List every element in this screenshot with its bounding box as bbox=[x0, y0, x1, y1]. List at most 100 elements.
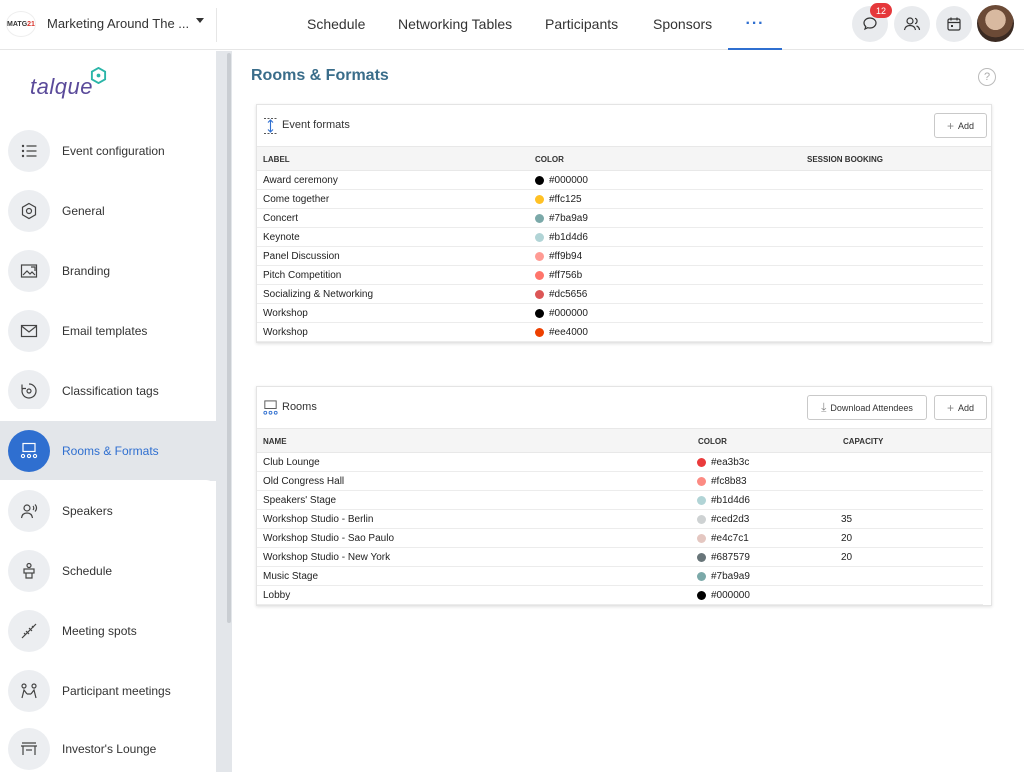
people-icon bbox=[903, 17, 921, 31]
sidebar-item-participant-meetings[interactable]: Participant meetings bbox=[0, 661, 216, 721]
button-label: Download Attendees bbox=[830, 402, 913, 413]
sidebar-item-label: Participant meetings bbox=[62, 684, 171, 698]
format-label: Workshop bbox=[263, 308, 308, 319]
color-swatch bbox=[697, 477, 706, 486]
color-value: #7ba9a9 bbox=[711, 571, 750, 582]
event-logo[interactable]: MATG 21 bbox=[6, 11, 36, 37]
room-name: Speakers' Stage bbox=[263, 495, 337, 506]
formats-table-body: Award ceremony #000000 Come together #ffc12… bbox=[257, 171, 991, 342]
rooms-card: Rooms ⤓ Download Attendees + Add NAME COLO… bbox=[256, 386, 992, 606]
column-header-color: COLOR bbox=[698, 437, 727, 446]
format-label: Panel Discussion bbox=[263, 251, 340, 262]
color-swatch bbox=[535, 328, 544, 337]
sidebar-item-event-configuration[interactable]: Event configuration bbox=[0, 121, 216, 181]
people-button[interactable] bbox=[894, 6, 930, 42]
color-value: #dc5656 bbox=[549, 289, 588, 300]
sidebar-item-label: Branding bbox=[62, 264, 111, 278]
table-row[interactable]: Workshop #ee4000 bbox=[257, 323, 983, 342]
table-row[interactable]: Workshop Studio - New York #687579 20 bbox=[257, 548, 983, 567]
format-label: Keynote bbox=[263, 232, 300, 243]
rooms-icon bbox=[263, 400, 278, 415]
room-name: Music Stage bbox=[263, 571, 319, 582]
color-swatch bbox=[697, 553, 706, 562]
color-value: #ff756b bbox=[549, 270, 583, 281]
color-value: #000000 bbox=[549, 175, 588, 186]
format-label: Workshop bbox=[263, 327, 308, 338]
add-format-button[interactable]: + Add bbox=[934, 113, 987, 138]
table-row[interactable]: Workshop #000000 bbox=[257, 304, 983, 323]
color-swatch bbox=[535, 233, 544, 242]
table-row[interactable]: Old Congress Hall #fc8b83 bbox=[257, 472, 983, 491]
color-swatch bbox=[535, 214, 544, 223]
resize-vertical-icon bbox=[264, 118, 277, 134]
rooms-table-body: Club Lounge #ea3b3c Old Congress Hall #fc8b… bbox=[257, 453, 991, 605]
column-header-capacity: CAPACITY bbox=[843, 437, 884, 446]
sidebar-item-schedule[interactable]: Schedule bbox=[0, 541, 216, 601]
table-row[interactable]: Come together #ffc125 bbox=[257, 190, 983, 209]
color-swatch bbox=[697, 572, 706, 581]
table-row[interactable]: Music Stage #7ba9a9 bbox=[257, 567, 983, 586]
image-icon bbox=[8, 250, 50, 292]
sidebar-item-investors-lounge[interactable]: Investor's Lounge bbox=[0, 719, 216, 772]
table-row[interactable]: Pitch Competition #ff756b bbox=[257, 266, 983, 285]
add-room-button[interactable]: + Add bbox=[934, 395, 987, 420]
table-header: LABEL COLOR SESSION BOOKING bbox=[257, 147, 991, 171]
color-swatch bbox=[535, 290, 544, 299]
table-row[interactable]: Workshop Studio - Berlin #ced2d3 35 bbox=[257, 510, 983, 529]
table-row[interactable]: Speakers' Stage #b1d4d6 bbox=[257, 491, 983, 510]
nav-more-button[interactable]: ··· bbox=[728, 0, 782, 50]
sidebar-item-label: Email templates bbox=[62, 324, 148, 338]
table-row[interactable]: Keynote #b1d4d6 bbox=[257, 228, 983, 247]
sidebar-item-label: Investor's Lounge bbox=[62, 742, 157, 756]
format-label: Pitch Competition bbox=[263, 270, 342, 281]
table-row[interactable]: Award ceremony #000000 bbox=[257, 171, 983, 190]
room-capacity: 35 bbox=[841, 514, 853, 525]
podium-icon bbox=[8, 550, 50, 592]
download-icon: ⤓ bbox=[821, 400, 827, 414]
table-row[interactable]: Club Lounge #ea3b3c bbox=[257, 453, 983, 472]
brand-logo: talque bbox=[30, 74, 93, 99]
sidebar-item-rooms-formats[interactable]: Rooms & Formats bbox=[0, 421, 216, 481]
nav-sponsors[interactable]: Sponsors bbox=[653, 16, 712, 32]
nav-schedule[interactable]: Schedule bbox=[307, 16, 365, 32]
sidebar-item-email-templates[interactable]: Email templates bbox=[0, 301, 216, 361]
sidebar-item-meeting-spots[interactable]: Meeting spots bbox=[0, 601, 216, 661]
color-value: #ff9b94 bbox=[549, 251, 583, 262]
calendar-button[interactable] bbox=[936, 6, 972, 42]
download-attendees-button[interactable]: ⤓ Download Attendees bbox=[807, 395, 927, 420]
table-row[interactable]: Concert #7ba9a9 bbox=[257, 209, 983, 228]
nav-participants[interactable]: Participants bbox=[545, 16, 618, 32]
event-selector[interactable]: Marketing Around The ... bbox=[47, 16, 189, 31]
sidebar-item-label: Rooms & Formats bbox=[62, 444, 159, 458]
color-value: #fc8b83 bbox=[711, 476, 747, 487]
avatar[interactable] bbox=[977, 5, 1014, 42]
brand-hexagon-icon bbox=[90, 67, 107, 84]
sidebar-item-branding[interactable]: Branding bbox=[0, 241, 216, 301]
plus-icon: + bbox=[946, 400, 954, 415]
table-row[interactable]: Lobby #000000 bbox=[257, 586, 983, 605]
table-row[interactable]: Socializing & Networking #dc5656 bbox=[257, 285, 983, 304]
button-label: Add bbox=[958, 402, 975, 413]
table-row[interactable]: Panel Discussion #ff9b94 bbox=[257, 247, 983, 266]
column-header-color: COLOR bbox=[535, 155, 564, 164]
calendar-icon bbox=[947, 17, 961, 31]
room-name: Club Lounge bbox=[263, 457, 320, 468]
color-value: #b1d4d6 bbox=[549, 232, 588, 243]
sidebar-item-label: Schedule bbox=[62, 564, 113, 578]
pin-icon bbox=[8, 610, 50, 652]
sidebar-item-speakers[interactable]: Speakers bbox=[0, 481, 216, 541]
help-icon[interactable]: ? bbox=[978, 68, 996, 86]
table-row[interactable]: Workshop Studio - Sao Paulo #e4c7c1 20 bbox=[257, 529, 983, 548]
column-header-name: NAME bbox=[263, 437, 287, 446]
scrollbar-thumb[interactable] bbox=[227, 53, 231, 623]
chevron-down-icon[interactable] bbox=[196, 18, 204, 23]
sidebar-item-general[interactable]: General bbox=[0, 181, 216, 241]
email-icon bbox=[8, 310, 50, 352]
color-value: #7ba9a9 bbox=[549, 213, 588, 224]
event-logo-text: MATG bbox=[7, 20, 28, 28]
nav-networking-tables[interactable]: Networking Tables bbox=[398, 16, 512, 32]
format-label: Socializing & Networking bbox=[263, 289, 374, 300]
chat-icon bbox=[863, 17, 877, 31]
sidebar-scrollbar[interactable] bbox=[216, 51, 232, 772]
color-value: #ee4000 bbox=[549, 327, 588, 338]
